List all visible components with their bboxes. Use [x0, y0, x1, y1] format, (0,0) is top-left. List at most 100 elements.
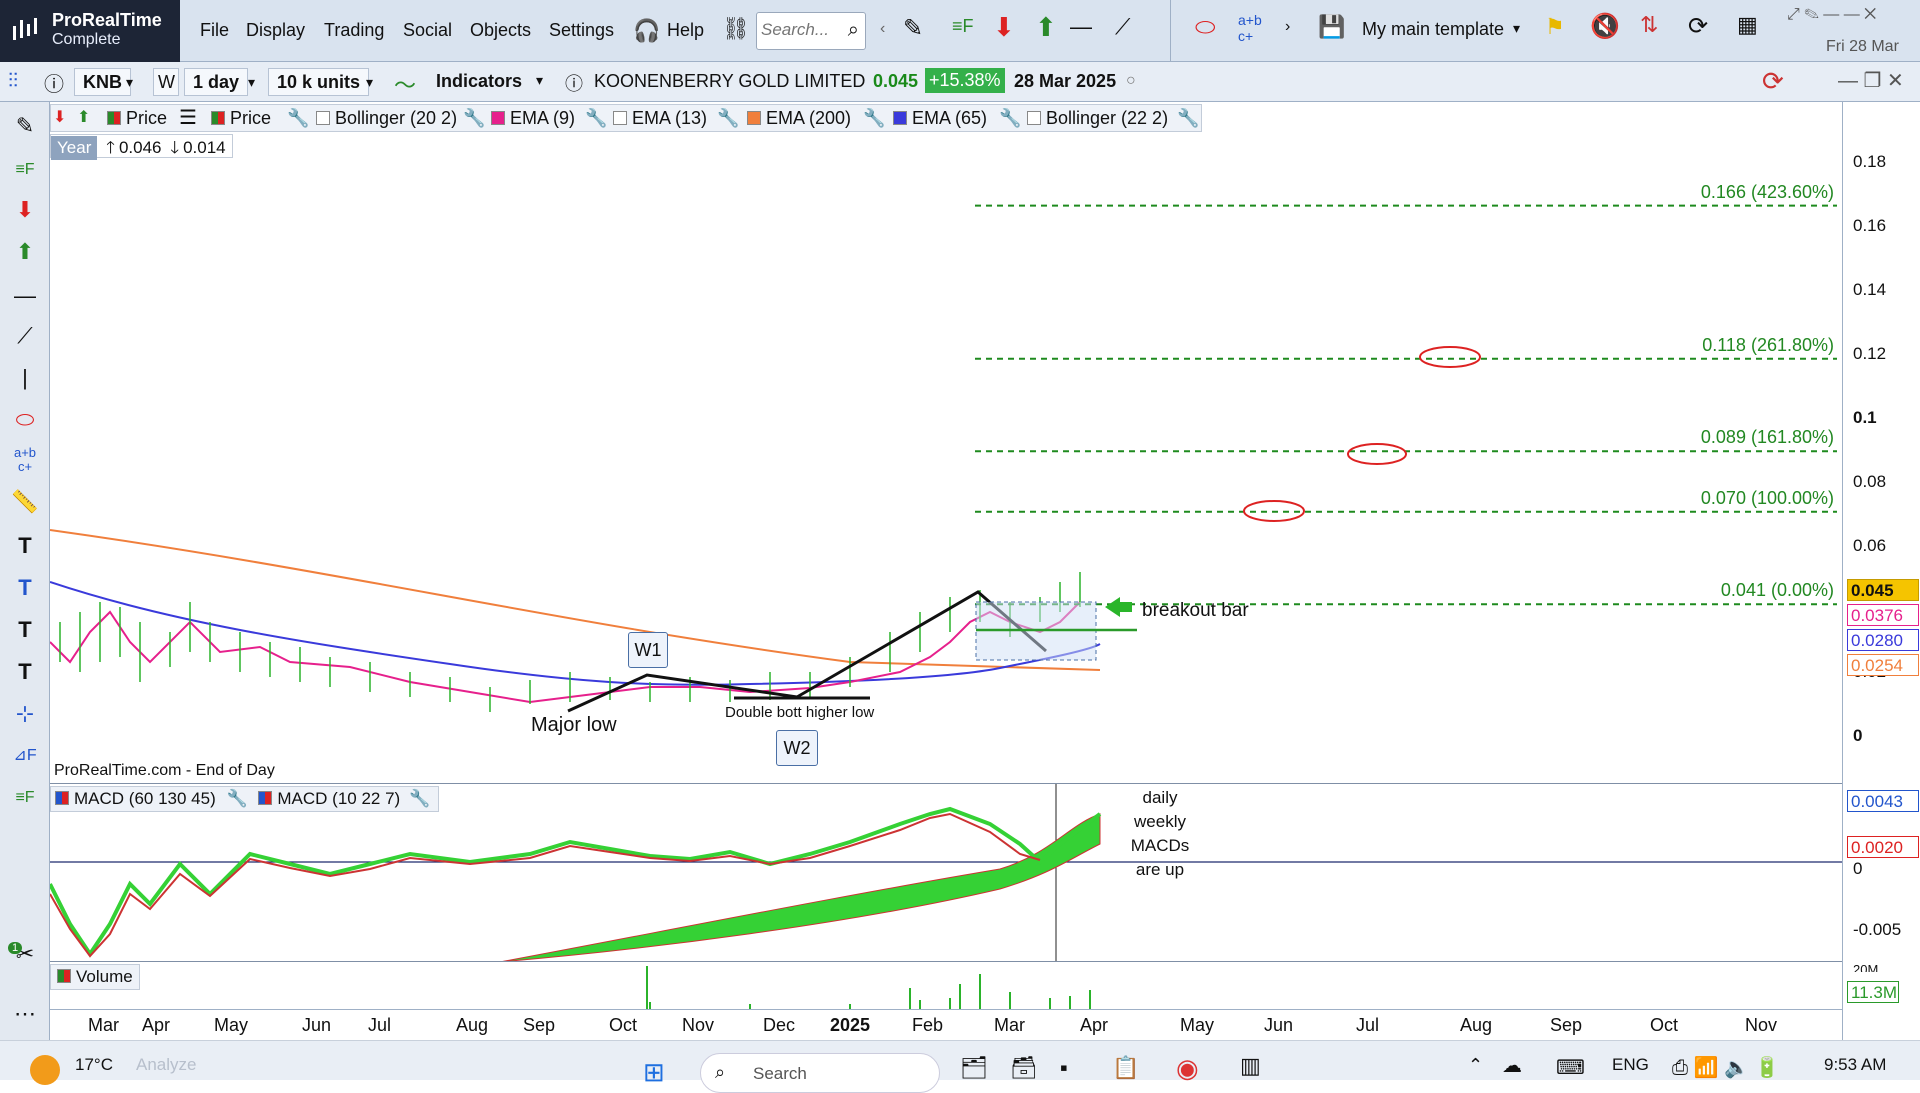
wrench-icon[interactable]: 🔧	[863, 108, 885, 129]
arrow-up-icon[interactable]: ⬆	[1035, 12, 1057, 43]
arrow-down-icon[interactable]: ⬇	[993, 12, 1015, 43]
fib-time-tool-icon[interactable]: ≡F	[8, 782, 42, 814]
pencil-tool-icon[interactable]: ✎	[8, 110, 42, 142]
alerts-icon[interactable]: ⇅	[1640, 12, 1658, 38]
channel-tool-icon[interactable]: ⊹	[8, 698, 42, 730]
text-box-tool-icon[interactable]: T	[8, 530, 42, 562]
headset-icon[interactable]: 🎧	[633, 18, 660, 44]
abc-label-icon[interactable]: a+b c+	[1238, 12, 1262, 44]
wrench-icon[interactable]: 🔧	[585, 108, 607, 129]
pencil-icon[interactable]: ✎	[903, 14, 923, 43]
link-icon[interactable]: ⛓	[722, 16, 750, 42]
trendline-tool-icon[interactable]: ⟋	[8, 320, 42, 352]
volume-legend[interactable]: Volume	[50, 964, 140, 990]
legend-bollinger-22[interactable]: Bollinger (22 2)	[1027, 108, 1168, 129]
ellipse-tool-icon[interactable]: ⬭	[8, 404, 42, 436]
weekly-toggle[interactable]: W	[153, 68, 179, 96]
macd-panel[interactable]: MACD (60 130 45) 🔧 MACD (10 22 7) 🔧 dail…	[48, 783, 1842, 963]
vline-tool-icon[interactable]: |	[8, 362, 42, 394]
app-icon-4[interactable]: 📋	[1112, 1055, 1139, 1081]
taskbar-search[interactable]: ⌕ Search	[700, 1053, 940, 1093]
menu-display[interactable]: Display	[246, 20, 305, 41]
tray-icons[interactable]: ⎙ 📶 🔈 🔋	[1672, 1055, 1779, 1080]
price-chart[interactable]: W1 W2 Major low Double bott higher low b…	[49, 102, 1842, 782]
major-low-label[interactable]: Major low	[531, 714, 617, 737]
fib-tool-icon[interactable]: ≡F	[952, 16, 974, 37]
app-icon-2[interactable]: 🗃	[1010, 1055, 1038, 1081]
breakout-label[interactable]: breakout bar	[1142, 600, 1249, 622]
download-icon[interactable]: ⬇	[53, 107, 66, 127]
price-axis[interactable]: 0.18 0.16 0.14 0.12 0.1 0.08 0.06 0.02 0…	[1842, 102, 1920, 1040]
windows-start-icon[interactable]: ⊞	[643, 1057, 665, 1088]
wrench-icon[interactable]: 🔧	[220, 789, 253, 808]
horizontal-line-icon[interactable]: —	[1070, 14, 1092, 40]
legend-ema200[interactable]: EMA (200)	[747, 108, 851, 129]
macd-legend-2[interactable]: MACD (10 22 7)	[277, 789, 400, 808]
indicators-button[interactable]: Indicators	[436, 71, 522, 92]
w1-label[interactable]: W1	[628, 632, 668, 668]
sound-icon[interactable]: 🔇	[1590, 12, 1620, 41]
text-tool-icon[interactable]: T	[8, 614, 42, 646]
period-select[interactable]: 1 day	[184, 68, 249, 96]
double-bottom-label[interactable]: Double bott higher low	[725, 704, 874, 721]
search-input[interactable]	[757, 13, 831, 47]
w2-label[interactable]: W2	[776, 730, 818, 766]
ticker-select[interactable]: KNB	[74, 68, 131, 96]
search-box[interactable]: ⌕	[756, 12, 866, 50]
menu-objects[interactable]: Objects	[470, 20, 531, 41]
legend-price-1[interactable]: Price	[107, 108, 167, 129]
upload-icon[interactable]: ⬆	[77, 107, 90, 127]
flag-icon[interactable]: ⚑	[1545, 14, 1565, 40]
wrench-icon[interactable]: 🔧	[999, 108, 1021, 129]
wrench-icon[interactable]: 🔧	[1177, 108, 1199, 129]
macd-note[interactable]: daily weekly MACDs are up	[1110, 786, 1210, 882]
fib-fan-tool-icon[interactable]: ⊿F	[8, 740, 42, 772]
keyboard-icon[interactable]: ⌨	[1556, 1055, 1585, 1080]
search-icon[interactable]: ⌕	[848, 19, 859, 42]
weather-icon[interactable]	[30, 1055, 60, 1085]
indicators-icon[interactable]: 〜	[394, 68, 416, 100]
text-framed-tool-icon[interactable]: T	[8, 572, 42, 604]
text-small-tool-icon[interactable]: T	[8, 656, 42, 688]
window-controls-icon[interactable]: ⤢ ✎ — — ✕	[1787, 6, 1876, 24]
info-icon[interactable]: ⓘ	[44, 68, 64, 97]
list-icon[interactable]: ☰	[179, 105, 197, 130]
volume-panel[interactable]: Volume	[50, 961, 1842, 1010]
up-arrow-tool-icon[interactable]: ⬆	[8, 236, 42, 268]
menu-social[interactable]: Social	[403, 20, 452, 41]
legend-ema13[interactable]: EMA (13)	[613, 108, 707, 129]
wrench-icon[interactable]: 🔧	[717, 108, 739, 129]
legend-ema9[interactable]: EMA (9)	[491, 108, 575, 129]
abc-tool-icon[interactable]: a+b c+	[8, 446, 42, 478]
language-indicator[interactable]: ENG	[1612, 1055, 1649, 1075]
wrench-icon[interactable]: 🔧	[287, 108, 309, 129]
units-select[interactable]: 10 k units	[268, 68, 370, 96]
sync-icon[interactable]: ⟳	[1688, 12, 1708, 41]
template-chevron-icon[interactable]: ▾	[1513, 20, 1520, 37]
legend-ema65[interactable]: EMA (65)	[893, 108, 987, 129]
ellipse-tool-icon[interactable]: ⬭	[1195, 14, 1216, 42]
legend-price-2[interactable]: Price	[211, 108, 271, 129]
calculator-icon[interactable]: ▦	[1737, 12, 1758, 38]
down-arrow-tool-icon[interactable]: ⬇	[8, 194, 42, 226]
app-icon-1[interactable]: 🗂	[960, 1055, 988, 1081]
chrome-icon[interactable]: ◉	[1176, 1053, 1199, 1084]
hline-tool-icon[interactable]: —	[8, 280, 42, 312]
more-tools-icon[interactable]: ⋯	[8, 998, 42, 1030]
save-icon[interactable]: 💾	[1318, 14, 1345, 40]
prorealtime-taskbar-icon[interactable]: ▥	[1240, 1053, 1261, 1079]
ruler-tool-icon[interactable]: 📏	[8, 486, 42, 518]
refresh-icon[interactable]: ⟳	[1762, 66, 1784, 97]
weather-temp[interactable]: 17°C	[75, 1055, 113, 1075]
menu-file[interactable]: File	[200, 20, 229, 41]
wrench-icon[interactable]: 🔧	[405, 789, 434, 808]
legend-bollinger-20[interactable]: Bollinger (20 2)	[316, 108, 457, 129]
details-icon[interactable]: ⓘ	[565, 70, 583, 96]
chart-type-icon[interactable]: ⫶⫶	[8, 70, 18, 93]
chevron-right-icon[interactable]: ›	[1285, 18, 1290, 36]
wrench-icon[interactable]: 🔧	[463, 108, 485, 129]
app-logo[interactable]: ProRealTime Complete	[0, 0, 180, 62]
tray-cloud-icon[interactable]: ☁	[1502, 1053, 1522, 1078]
chevron-left-icon[interactable]: ‹	[880, 20, 885, 38]
template-select[interactable]: My main template	[1362, 19, 1504, 40]
